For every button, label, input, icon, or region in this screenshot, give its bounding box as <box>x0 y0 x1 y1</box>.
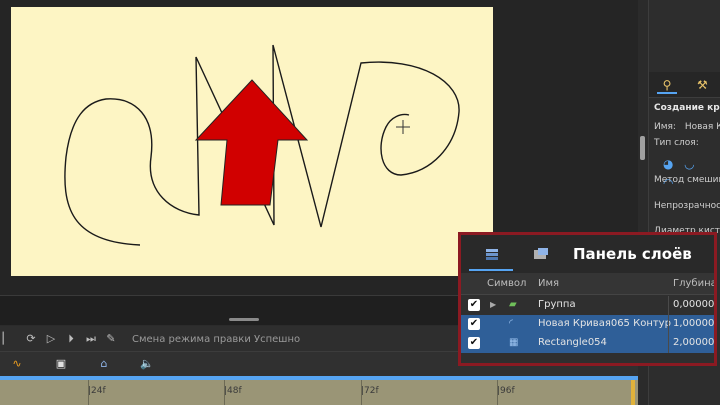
layer-depth: 1,000000 <box>673 318 717 329</box>
sets-tab-icon[interactable] <box>532 247 550 261</box>
layer-visibility-checkbox[interactable]: ✔ <box>468 337 480 349</box>
region-icon[interactable]: ◕ <box>663 157 679 171</box>
layer-visibility-checkbox[interactable]: ✔ <box>468 299 480 311</box>
seek-begin-icon[interactable]: ▏ <box>0 332 14 346</box>
layer-name: Новая Кривая065 Контур <box>538 318 671 329</box>
tool-tab-icon[interactable]: ⚒ <box>697 78 708 92</box>
layer-depth: 0,000000 <box>673 299 717 310</box>
column-separator <box>668 296 669 315</box>
opacity-label: Непрозрачност <box>654 201 720 211</box>
drawing-canvas[interactable] <box>11 7 493 276</box>
layer-type-icons: ◕ ◡ ◠ <box>663 153 720 191</box>
params-tab-icon[interactable]: ⚲ <box>657 78 677 94</box>
layer-visibility-checkbox[interactable]: ✔ <box>468 318 480 330</box>
layer-row[interactable]: ✔ ▦ Rectangle054 2,000000 <box>461 334 714 353</box>
expand-arrow-icon[interactable]: ▶ <box>490 300 496 309</box>
layer-name: Группа <box>538 299 576 310</box>
status-message: Смена режима правки Успешно <box>132 334 301 345</box>
outline-icon: ◜ <box>509 318 513 329</box>
loop-icon[interactable]: ⟳ <box>24 332 38 346</box>
timeline-ruler[interactable]: |24f |48f |72f |96f <box>0 376 638 405</box>
active-tab-indicator <box>469 269 513 271</box>
column-name[interactable]: Имя <box>538 278 559 289</box>
layer-row[interactable]: ✔ ◜ Новая Кривая065 Контур 1,000000 <box>461 315 714 334</box>
seek-end-icon[interactable]: ⏭ <box>84 332 98 346</box>
timeline-label: |48f <box>224 386 242 396</box>
scrollbar-thumb[interactable] <box>640 136 645 160</box>
column-depth[interactable]: Глубина <box>673 278 714 289</box>
curves-tab-icon[interactable]: ∿ <box>10 357 24 371</box>
library-tab-icon[interactable]: ⌂ <box>97 357 111 371</box>
layers-panel-title: Панель слоёв <box>573 245 692 263</box>
canvas-drawing <box>64 44 460 246</box>
name-value[interactable]: Новая Кри <box>685 122 720 132</box>
layer-name: Rectangle054 <box>538 337 607 348</box>
outline-icon[interactable]: ◡ <box>684 157 700 171</box>
play-icon[interactable]: ▷ <box>44 332 58 346</box>
timeline-label: |96f <box>497 386 515 396</box>
column-separator <box>668 315 669 334</box>
layers-panel: Панель слоёв Символ Имя Глубина ✔ ▶ ▰ Гр… <box>458 232 717 366</box>
next-frame-icon[interactable]: ⏵ <box>64 332 78 346</box>
blend-method-label: Метод смешива <box>654 175 720 185</box>
layers-panel-header: Панель слоёв <box>461 235 714 273</box>
timeline-label: |72f <box>361 386 379 396</box>
column-separator <box>668 334 669 353</box>
folder-icon: ▰ <box>509 299 517 310</box>
layer-type-label: Тип слоя: <box>654 138 699 148</box>
sound-tab-icon[interactable]: 🔈 <box>140 357 154 371</box>
crosshair-cursor <box>396 120 410 134</box>
column-symbol[interactable]: Символ <box>487 278 526 289</box>
layers-column-headers: Символ Имя Глубина <box>461 273 714 295</box>
resize-grip[interactable] <box>229 318 259 321</box>
layer-depth: 2,000000 <box>673 337 717 348</box>
tool-options-title: Создание крив <box>654 103 720 113</box>
name-label: Имя: <box>654 122 676 132</box>
arrow-shape <box>194 79 309 206</box>
layer-row[interactable]: ✔ ▶ ▰ Группа 0,000000 <box>461 296 714 315</box>
timeline-end-marker[interactable] <box>631 380 635 405</box>
tool-options-tabs: ⚲ ⚒ <box>649 72 720 98</box>
name-row: Имя: Новая Кри <box>654 122 720 132</box>
layers-tab-icon[interactable] <box>483 247 501 261</box>
keyframes-tab-icon[interactable]: ▣ <box>54 357 68 371</box>
rectangle-icon: ▦ <box>509 337 519 348</box>
pen-icon[interactable]: ✎ <box>104 332 118 346</box>
timeline-label: |24f <box>88 386 106 396</box>
